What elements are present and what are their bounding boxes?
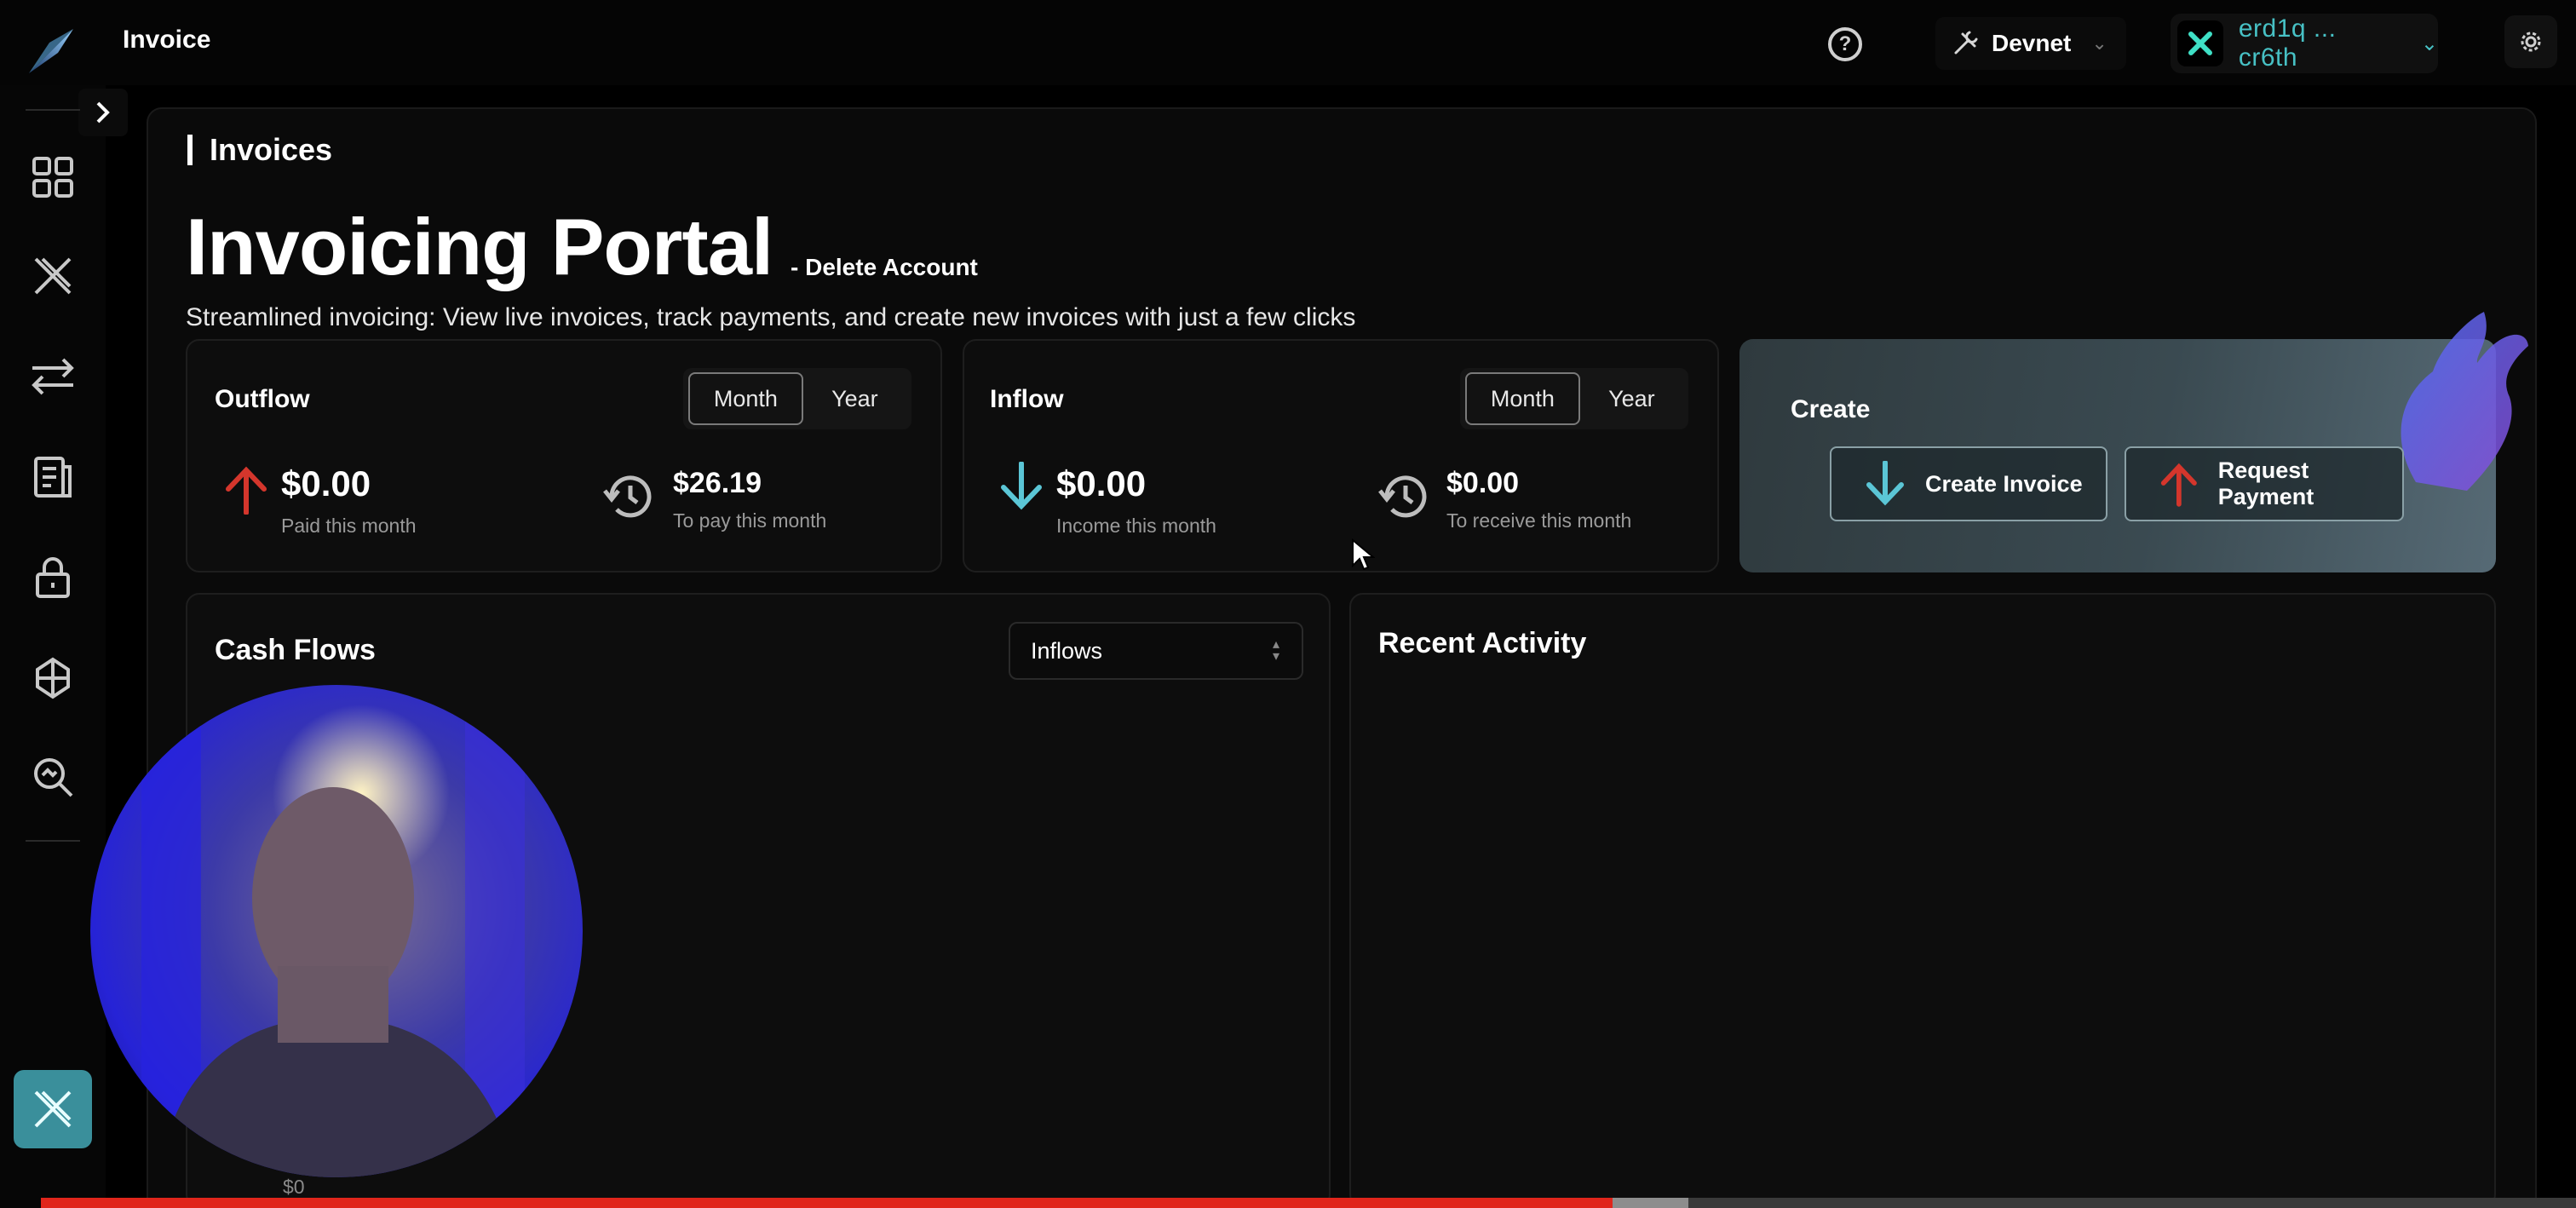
top-bar: Invoice ? Devnet ⌄ erd1q ... cr6th ⌄ [0, 0, 2576, 85]
dashboard-icon [32, 157, 73, 198]
lock-icon [36, 557, 70, 598]
create-invoice-label: Create Invoice [1925, 470, 2083, 497]
create-title: Create [1791, 395, 1871, 423]
chevron-right-icon [96, 101, 110, 124]
webcam-overlay [90, 685, 583, 1177]
sidebar-item-explorer[interactable] [26, 750, 80, 804]
cash-flows-select-value: Inflows [1031, 637, 1103, 664]
sidebar-divider [26, 840, 80, 842]
sidebar-item-transfer[interactable] [26, 349, 80, 404]
cash-flows-select[interactable]: Inflows ▴ ▾ [1009, 622, 1303, 680]
video-progress-bar[interactable] [41, 1198, 2576, 1208]
settings-button[interactable] [2504, 15, 2557, 68]
multiversx-icon [34, 257, 72, 295]
outflow-paid-value: $0.00 [281, 463, 371, 503]
chevron-down-icon: ⌄ [2420, 32, 2438, 55]
inflow-year-option[interactable]: Year [1580, 372, 1683, 425]
wallet-selector[interactable]: erd1q ... cr6th ⌄ [2171, 14, 2438, 73]
outflow-year-option[interactable]: Year [803, 372, 906, 425]
outflow-topay-label: To pay this month [673, 509, 827, 532]
gear-icon [2521, 32, 2541, 52]
recent-activity-card [1349, 593, 2496, 1208]
sidebar-expand-button[interactable] [78, 89, 128, 136]
arrow-down-icon [1001, 462, 1042, 510]
app-logo-icon[interactable] [24, 24, 78, 78]
sidebar-item-staking[interactable] [26, 651, 80, 705]
cash-flows-title: Cash Flows [215, 634, 376, 666]
app-title: Invoice [123, 26, 211, 54]
recent-activity-title: Recent Activity [1378, 627, 1587, 659]
arrow-up-icon [2160, 463, 2197, 507]
history-icon [603, 475, 652, 518]
presenter-video [90, 685, 583, 1177]
outflow-period-toggle: Month Year [683, 368, 911, 429]
transfer-icon [32, 358, 74, 395]
wallet-address: erd1q ... cr6th [2238, 14, 2337, 72]
inflow-income-label: Income this month [1056, 515, 1216, 537]
network-selector[interactable]: Devnet ⌄ [1935, 17, 2126, 70]
sidebar-item-invoices[interactable] [26, 450, 80, 504]
tools-icon [1954, 31, 1978, 55]
multiversx-icon [34, 1090, 72, 1128]
chart-zero-tick: $0 [283, 1176, 305, 1198]
arrow-up-icon [226, 466, 267, 515]
sidebar-item-dashboard[interactable] [26, 150, 80, 204]
select-arrows-icon: ▴ ▾ [1272, 637, 1279, 664]
multiversx-wallet-icon [2177, 20, 2223, 66]
decorative-hand-graphic [2401, 312, 2528, 491]
network-label: Devnet [1992, 30, 2072, 56]
sidebar-item-multiversx[interactable] [26, 249, 80, 303]
request-payment-button[interactable]: Request Payment [2125, 446, 2404, 521]
delete-account-link[interactable]: - Delete Account [791, 254, 978, 281]
inflow-period-toggle: Month Year [1460, 368, 1688, 429]
outflow-month-option[interactable]: Month [688, 372, 803, 425]
page-subtitle: Streamlined invoicing: View live invoice… [186, 303, 1356, 331]
history-icon [1378, 475, 1427, 518]
outflow-paid-label: Paid this month [281, 515, 417, 537]
page-title: Invoicing Portal [186, 202, 773, 291]
outflow-title: Outflow [215, 385, 310, 413]
inflow-month-option[interactable]: Month [1465, 372, 1580, 425]
invoice-icon [34, 457, 72, 498]
help-icon[interactable]: ? [1828, 27, 1862, 61]
inflow-toreceive-label: To receive this month [1446, 509, 1632, 532]
mouse-cursor-icon [1352, 538, 1375, 571]
inflow-toreceive-value: $0.00 [1446, 467, 1520, 499]
inflow-income-value: $0.00 [1056, 463, 1147, 503]
chevron-down-icon: ⌄ [2091, 32, 2107, 54]
sidebar-item-lock[interactable] [26, 550, 80, 605]
inflow-title: Inflow [990, 385, 1064, 413]
sidebar-divider [26, 109, 80, 111]
outflow-topay-value: $26.19 [673, 467, 762, 499]
create-invoice-button[interactable]: Create Invoice [1830, 446, 2107, 521]
sidebar-item-multiversx-app[interactable] [14, 1070, 92, 1148]
section-title: Invoices [187, 135, 332, 165]
staking-icon [36, 657, 70, 699]
explorer-icon [34, 758, 73, 797]
arrow-down-icon [1866, 461, 1904, 506]
video-played [41, 1198, 1613, 1208]
request-payment-label: Request Payment [2217, 457, 2314, 509]
video-buffered [1613, 1198, 1689, 1208]
